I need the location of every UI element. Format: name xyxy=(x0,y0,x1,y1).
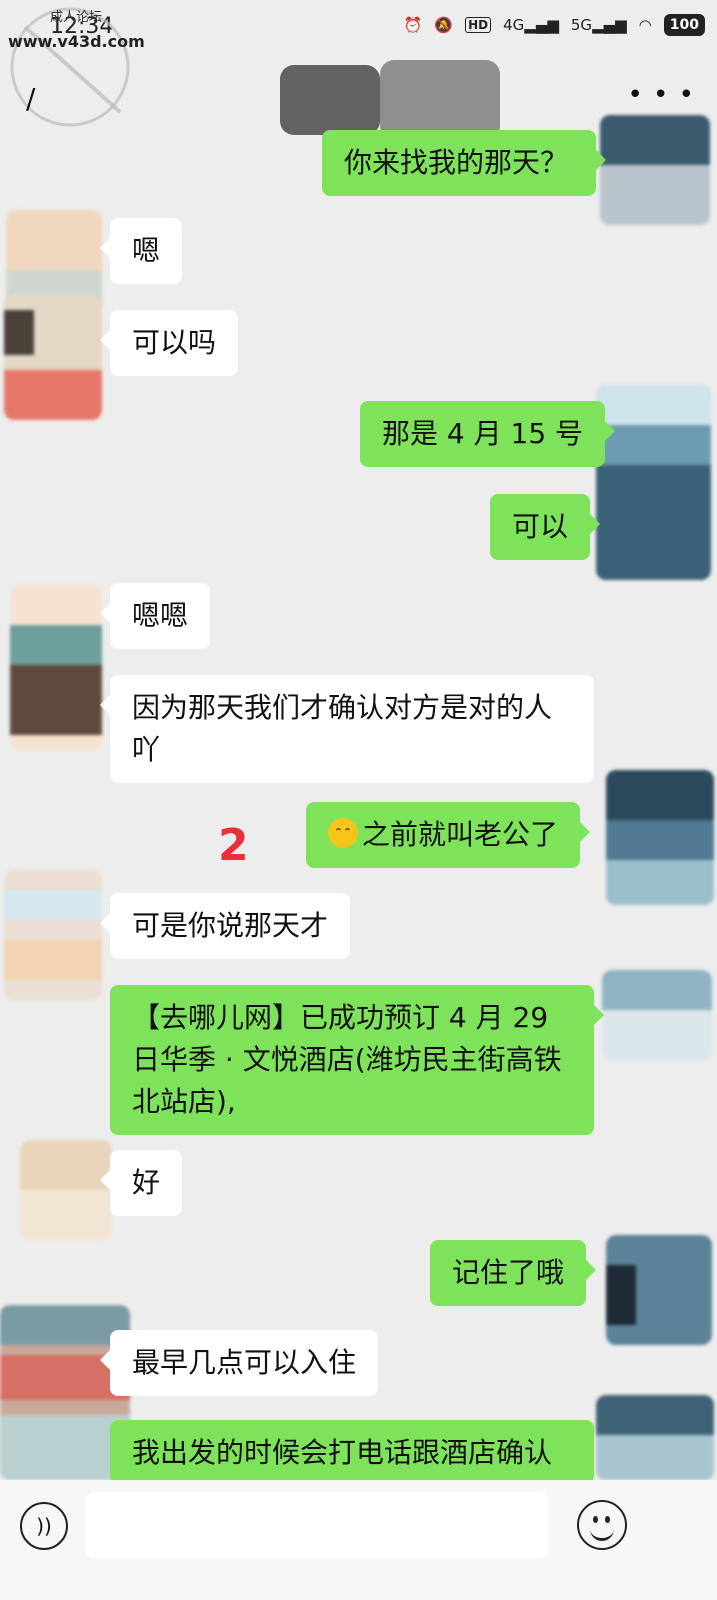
status-time: 12:34 xyxy=(50,14,114,39)
emoji-icon[interactable] xyxy=(577,1500,627,1550)
my-avatar[interactable] xyxy=(606,770,714,905)
emoji-eye-right xyxy=(605,1516,610,1523)
message-bubble[interactable]: 记住了哦 xyxy=(430,1240,597,1306)
message-bubble[interactable]: 你来找我的那天？ xyxy=(322,130,606,196)
signal-4g-label: 4G xyxy=(503,16,525,34)
signal-5g-label: 5G xyxy=(570,16,593,34)
message-bubble[interactable]: 好 xyxy=(99,1150,183,1216)
my-avatar[interactable] xyxy=(596,1395,714,1480)
message-bubble[interactable]: 可是你说那天才 xyxy=(99,893,351,959)
message-bubble[interactable]: 那是 4 月 15 号 xyxy=(360,401,616,467)
chat-area[interactable]: 你来找我的那天？ 嗯 可以吗 那是 4 月 15 号 可以 嗯嗯 因为那天我们才… xyxy=(0,115,717,1484)
message-bubble[interactable]: 可以吗 xyxy=(99,310,239,376)
contact-avatar[interactable] xyxy=(10,585,102,750)
alarm-icon: ⏰ xyxy=(403,16,423,34)
more-dots-icon[interactable]: • • • xyxy=(627,80,695,110)
signal-4g-icon: 4G▂▄▆ xyxy=(503,16,559,34)
contact-avatar[interactable] xyxy=(4,870,102,1000)
emoji-eye-left xyxy=(593,1516,598,1523)
message-bubble[interactable]: 之前就叫老公了 xyxy=(306,802,591,868)
annotation-marker: 2 xyxy=(218,820,249,871)
shy-face-emoji-icon xyxy=(328,818,358,848)
back-arrow-icon[interactable]: / xyxy=(26,82,35,115)
message-bubble[interactable]: 我出发的时候会打电话跟酒店确认 xyxy=(110,1420,594,1484)
my-avatar[interactable] xyxy=(602,970,712,1060)
message-text: 之前就叫老公了 xyxy=(362,818,559,851)
mute-icon: 🔕 xyxy=(434,16,454,34)
message-bubble[interactable]: 【去哪儿网】已成功预订 4 月 29 日华季 · 文悦酒店(潍坊民主街高铁北站店… xyxy=(110,985,604,1135)
emoji-mouth xyxy=(590,1526,614,1541)
battery-icon: 100 xyxy=(663,14,705,36)
message-bubble[interactable]: 嗯 xyxy=(99,218,183,284)
status-icons: ⏰ 🔕 HD 4G▂▄▆ 5G▂▄▆ ◠ 100 xyxy=(404,14,705,36)
contact-avatar[interactable] xyxy=(20,1140,112,1240)
voice-icon[interactable]: )) xyxy=(20,1502,68,1550)
message-bubble[interactable]: 最早几点可以入住 xyxy=(99,1330,379,1396)
input-bar: )) xyxy=(0,1480,717,1600)
message-bubble[interactable]: 可以 xyxy=(490,494,601,560)
message-bubble[interactable]: 嗯嗯 xyxy=(99,583,211,649)
message-input[interactable] xyxy=(86,1492,548,1558)
message-bubble[interactable]: 因为那天我们才确认对方是对的人吖 xyxy=(100,675,594,783)
status-bar: 12:34 ⏰ 🔕 HD 4G▂▄▆ 5G▂▄▆ ◠ 100 xyxy=(0,0,717,60)
contact-avatar[interactable] xyxy=(4,295,102,420)
signal-5g-icon: 5G▂▄▆ xyxy=(570,16,627,34)
my-avatar[interactable] xyxy=(596,385,711,580)
hd-icon: HD xyxy=(465,17,492,33)
wifi-icon: ◠ xyxy=(638,16,652,34)
my-avatar[interactable] xyxy=(600,115,710,225)
my-avatar[interactable] xyxy=(606,1235,712,1345)
